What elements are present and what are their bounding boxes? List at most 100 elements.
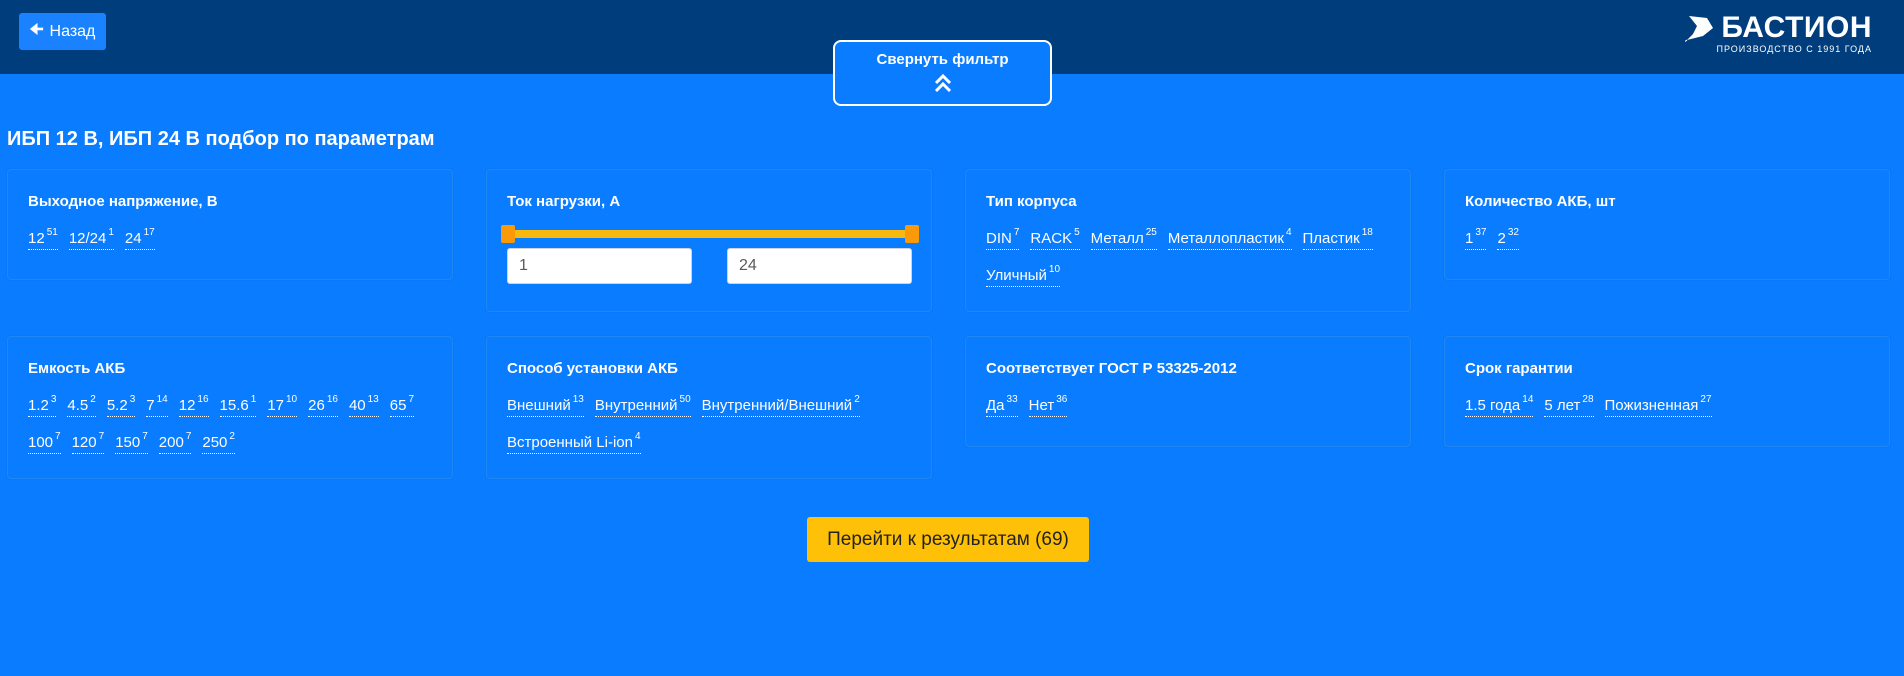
current-max-input[interactable]: [727, 248, 912, 284]
filter-option-count: 33: [1006, 394, 1018, 405]
filter-option[interactable]: 4.5 2: [67, 392, 96, 417]
filter-option-count: 14: [1522, 394, 1534, 405]
filter-load-current: Ток нагрузки, А: [486, 169, 932, 312]
back-button-label: Назад: [49, 22, 96, 40]
chip-list: 12 51 12/24 1 24 17: [28, 225, 442, 250]
stingray-logo-icon: [1684, 16, 1713, 42]
filter-option[interactable]: 1 37: [1465, 225, 1487, 250]
chip-list: Да 33 Нет 36: [986, 392, 1400, 417]
filter-option[interactable]: 5.2 3: [106, 392, 136, 417]
filter-battery-capacity: Емкость АКБ 1.2 3 4.5 2 5.2 3 7 14 12 16 15.6 1 17 10…: [7, 336, 453, 479]
filter-option[interactable]: Нет 36: [1028, 392, 1068, 417]
filter-option-count: 4: [634, 431, 641, 442]
logo-name: БАСТИОН: [1721, 11, 1872, 44]
filter-title: Срок гарантии: [1465, 360, 1573, 377]
show-results-button[interactable]: Перейти к результатам (69): [807, 517, 1089, 562]
filter-option[interactable]: 250 2: [202, 429, 235, 454]
filter-option[interactable]: Пластик 18: [1302, 225, 1373, 250]
filter-option-label: 100: [28, 434, 54, 451]
filter-option-count: 7: [408, 394, 414, 405]
filter-option-label: Да: [986, 397, 1005, 414]
filter-option[interactable]: Да 33: [986, 392, 1018, 417]
filter-option[interactable]: 120 7: [71, 429, 105, 454]
filter-option-count: 2: [854, 394, 860, 405]
filter-option[interactable]: 17 10: [267, 392, 298, 417]
filter-gost: Соответствует ГОСТ Р 53325-2012 Да 33 Нет 3…: [965, 336, 1411, 447]
current-max-handle[interactable]: [905, 225, 919, 243]
filter-option[interactable]: Металлопластик 4: [1167, 225, 1292, 250]
collapse-filter-button[interactable]: Свернуть фильтр: [833, 40, 1052, 106]
filter-option-count: 27: [1700, 394, 1712, 405]
filter-option-count: 1: [250, 394, 257, 405]
double-chevron-up-icon: [934, 73, 951, 93]
chip-list: 1 37 2 32: [1465, 225, 1879, 250]
filter-title: Соответствует ГОСТ Р 53325-2012: [986, 360, 1237, 377]
filter-option-count: 2: [90, 394, 96, 405]
filter-option[interactable]: 200 7: [158, 429, 192, 454]
filter-option[interactable]: 24 17: [124, 225, 155, 250]
filter-option[interactable]: 100 7: [28, 429, 61, 454]
filter-option-count: 5: [1074, 227, 1080, 238]
filter-option[interactable]: 12 51: [28, 225, 58, 250]
filter-option-label: 5.2: [106, 397, 128, 414]
filter-option[interactable]: Пожизненная 27: [1604, 392, 1712, 417]
filter-option-count: 51: [46, 227, 58, 238]
current-min-handle[interactable]: [501, 225, 515, 243]
filter-option[interactable]: 65 7: [389, 392, 414, 417]
filter-option-count: 7: [55, 431, 61, 442]
chip-list: DIN 7 RACK 5 Металл 25 Металлопластик 4 Пластик 1…: [986, 225, 1400, 287]
filter-option[interactable]: RACK 5: [1030, 225, 1080, 250]
filter-option-label: 4.5: [67, 397, 89, 414]
chip-list: 1.2 3 4.5 2 5.2 3 7 14 12 16 15.6 1 17 10 26 16 40 13 65 7 1…: [28, 392, 442, 454]
filter-option[interactable]: 5 лет 28: [1544, 392, 1594, 417]
current-range-track[interactable]: [507, 230, 912, 238]
filter-option-count: 2: [229, 431, 235, 442]
filter-option[interactable]: DIN 7: [986, 225, 1020, 250]
filter-option-label: DIN: [986, 230, 1012, 247]
filter-option[interactable]: 40 13: [348, 392, 379, 417]
collapse-filter-label: Свернуть фильтр: [876, 51, 1009, 68]
filter-option[interactable]: Внешний 13: [507, 392, 584, 417]
filter-option-label: Внутренний/Внешний: [701, 397, 853, 414]
filter-title: Емкость АКБ: [28, 360, 126, 377]
filter-option-count: 14: [156, 394, 168, 405]
arrow-left-icon: 🠈: [29, 21, 44, 38]
filter-option-count: 28: [1582, 394, 1594, 405]
filter-option[interactable]: 12/24 1: [68, 225, 114, 250]
filter-option[interactable]: Металл 25: [1090, 225, 1157, 250]
filter-option[interactable]: 1.5 года 14: [1465, 392, 1534, 417]
filter-option[interactable]: 2 32: [1497, 225, 1519, 250]
filter-option[interactable]: 7 14: [146, 392, 168, 417]
filter-option-label: 250: [202, 434, 228, 451]
filter-option-label: 2: [1497, 230, 1506, 247]
filter-option-label: 1.5 года: [1465, 397, 1521, 414]
filter-case-type: Тип корпуса DIN 7 RACK 5 Металл 25 Металлоплас…: [965, 169, 1411, 312]
filter-option[interactable]: 1.2 3: [28, 392, 57, 417]
filter-option-count: 32: [1507, 227, 1519, 238]
filter-option[interactable]: Уличный 10: [986, 262, 1061, 287]
filter-option-label: 1: [1465, 230, 1474, 247]
filter-option-count: 7: [185, 431, 192, 442]
filter-option-label: 12: [178, 397, 196, 414]
filter-option-count: 7: [98, 431, 105, 442]
filter-option-label: 120: [71, 434, 97, 451]
filter-option-count: 16: [197, 394, 209, 405]
bastion-logo[interactable]: БАСТИОН ПРОИЗВОДСТВО С 1991 ГОДА: [1684, 11, 1872, 54]
filter-battery-mount: Способ установки АКБ Внешний 13 Внутренний…: [486, 336, 932, 479]
filter-option-count: 10: [286, 394, 298, 405]
filter-option-count: 16: [326, 394, 338, 405]
filter-title: Тип корпуса: [986, 193, 1077, 210]
back-button[interactable]: 🠈 Назад: [19, 13, 106, 50]
current-min-input[interactable]: [507, 248, 692, 284]
filter-option[interactable]: Встроенный Li-ion 4: [507, 429, 641, 454]
filter-option[interactable]: Внутренний/Внешний 2: [701, 392, 860, 417]
filter-option[interactable]: 26 16: [308, 392, 338, 417]
filter-option[interactable]: 12 16: [178, 392, 209, 417]
filter-option[interactable]: Внутренний 50: [594, 392, 691, 417]
filter-option-count: 50: [679, 394, 691, 405]
filter-option-count: 36: [1056, 394, 1068, 405]
filter-option-label: 15.6: [219, 397, 249, 414]
filter-option[interactable]: 150 7: [115, 429, 148, 454]
filter-option-label: 7: [146, 397, 155, 414]
filter-option[interactable]: 15.6 1: [219, 392, 257, 417]
